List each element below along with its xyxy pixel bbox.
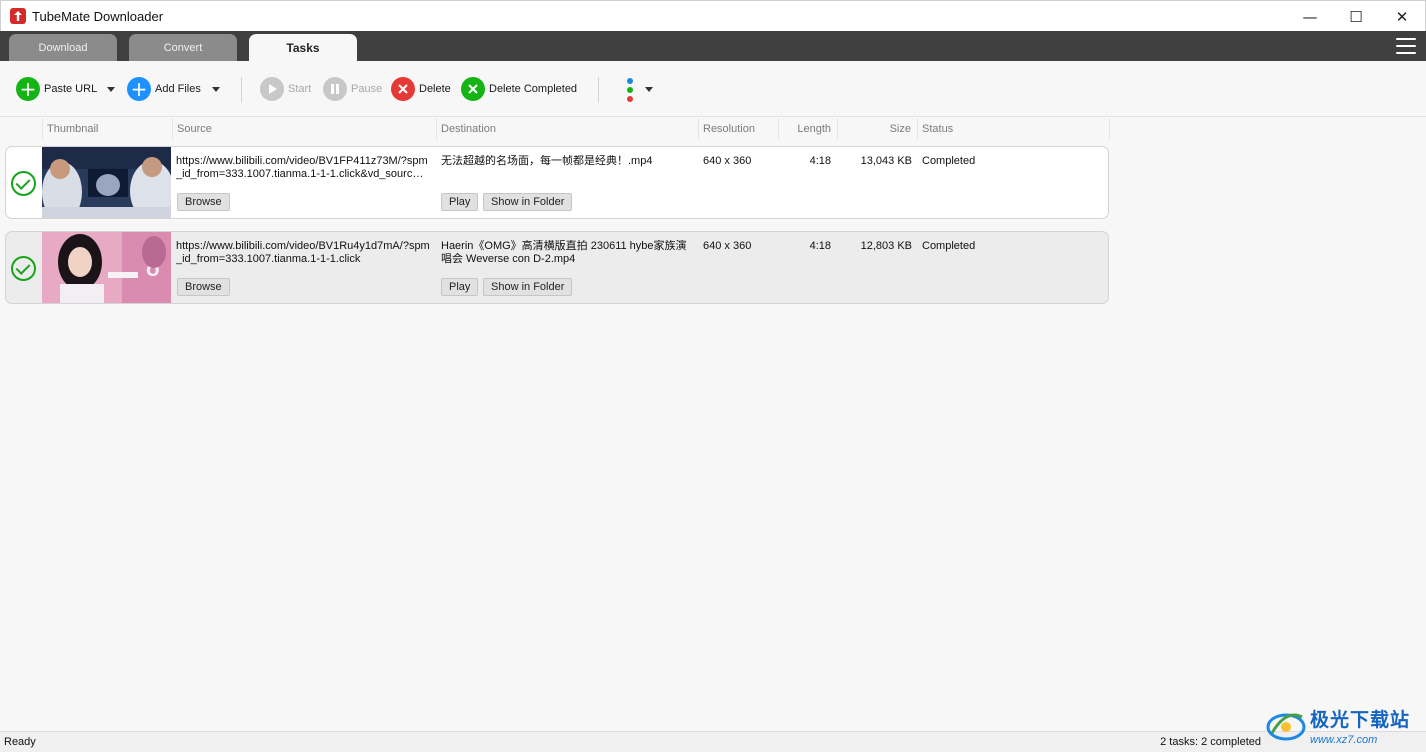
browse-button[interactable]: Browse: [177, 193, 230, 211]
task-length: 4:18: [809, 240, 831, 252]
watermark: 极光下载站 www.xz7.com: [1266, 701, 1418, 749]
task-length: 4:18: [809, 155, 831, 167]
delete-completed-label: Delete Completed: [489, 83, 578, 95]
add-files-label: Add Files: [155, 83, 201, 95]
video-thumbnail: O: [42, 232, 171, 303]
column-size[interactable]: Size: [837, 118, 917, 140]
play-button[interactable]: Play: [441, 193, 479, 211]
tab-convert[interactable]: Convert: [129, 34, 237, 61]
status-bar: Ready 2 tasks: 2 completed: [0, 731, 1426, 752]
watermark-logo-icon: [1266, 707, 1306, 743]
pause-label: Pause: [351, 83, 383, 95]
toolbar-divider: [598, 77, 599, 103]
window-title: TubeMate Downloader: [32, 8, 164, 24]
task-status: Completed: [922, 155, 976, 167]
play-icon: [260, 77, 284, 101]
minimize-button[interactable]: —: [1287, 1, 1333, 32]
pause-button[interactable]: Pause: [323, 77, 382, 101]
plus-icon: +: [16, 77, 40, 101]
task-size: 13,043 KB: [860, 155, 912, 167]
task-summary: 2 tasks: 2 completed: [1160, 736, 1261, 748]
task-resolution: 640 x 360: [703, 240, 752, 252]
show-in-folder-button[interactable]: Show in Folder: [483, 193, 573, 211]
toolbar-divider: [241, 77, 242, 103]
task-destination: 无法超越的名场面，每一帧都是经典！.mp4: [441, 155, 653, 167]
watermark-url: www.xz7.com: [1310, 733, 1378, 746]
window-controls: — ☐ ✕: [1287, 1, 1425, 32]
task-destination: Haerin《OMG》高清横版直拍 230611 hybe家族演唱会 Wever…: [441, 240, 687, 265]
column-status[interactable]: Status: [917, 118, 1110, 140]
browse-button[interactable]: Browse: [177, 278, 230, 296]
paste-url-label: Paste URL: [44, 83, 98, 95]
tab-tasks[interactable]: Tasks: [249, 34, 357, 61]
task-status: Completed: [922, 240, 976, 252]
completed-check-icon: [11, 256, 36, 281]
add-files-button[interactable]: + Add Files: [127, 77, 201, 101]
delete-x-icon: [391, 77, 415, 101]
tab-bar: Download Convert Tasks: [0, 31, 1426, 61]
task-resolution: 640 x 360: [703, 155, 752, 167]
column-header: Thumbnail Source Destination Resolution …: [0, 118, 1110, 140]
task-source-url: https://www.bilibili.com/video/BV1Ru4y1d…: [176, 240, 430, 265]
delete-completed-icon: [461, 77, 485, 101]
column-length[interactable]: Length: [778, 118, 837, 140]
task-row[interactable]: https://www.bilibili.com/video/BV1FP411z…: [5, 146, 1109, 219]
plus-icon: +: [127, 77, 151, 101]
column-resolution[interactable]: Resolution: [698, 118, 778, 140]
video-thumbnail: [42, 147, 171, 218]
toolbar: + Paste URL + Add Files Start Pause Dele…: [0, 61, 1426, 117]
app-logo-icon: [10, 8, 26, 24]
task-source-url: https://www.bilibili.com/video/BV1FP411z…: [176, 155, 428, 180]
delete-label: Delete: [419, 83, 451, 95]
task-row[interactable]: O https://www.bilibili.com/video/BV1Ru4y…: [5, 231, 1109, 304]
column-source[interactable]: Source: [172, 118, 436, 140]
maximize-button[interactable]: ☐: [1333, 1, 1379, 32]
task-size: 12,803 KB: [860, 240, 912, 252]
tab-download[interactable]: Download: [9, 34, 117, 61]
show-in-folder-button[interactable]: Show in Folder: [483, 278, 573, 296]
delete-button[interactable]: Delete: [391, 77, 451, 101]
add-files-dropdown-icon[interactable]: [212, 87, 220, 92]
pause-icon: [323, 77, 347, 101]
column-destination[interactable]: Destination: [436, 118, 698, 140]
start-button[interactable]: Start: [260, 77, 311, 101]
close-button[interactable]: ✕: [1379, 1, 1425, 32]
column-thumbnail[interactable]: Thumbnail: [42, 118, 172, 140]
paste-url-button[interactable]: + Paste URL: [16, 77, 97, 101]
more-options-icon[interactable]: [626, 77, 634, 103]
completed-check-icon: [11, 171, 36, 196]
paste-url-dropdown-icon[interactable]: [107, 87, 115, 92]
start-label: Start: [288, 83, 312, 95]
watermark-name: 极光下载站: [1310, 708, 1411, 731]
status-text: Ready: [4, 736, 36, 748]
play-button[interactable]: Play: [441, 278, 479, 296]
title-bar: TubeMate Downloader — ☐ ✕: [0, 0, 1426, 31]
more-options-dropdown-icon[interactable]: [645, 87, 653, 92]
menu-icon[interactable]: [1396, 38, 1416, 54]
delete-completed-button[interactable]: Delete Completed: [461, 77, 577, 101]
